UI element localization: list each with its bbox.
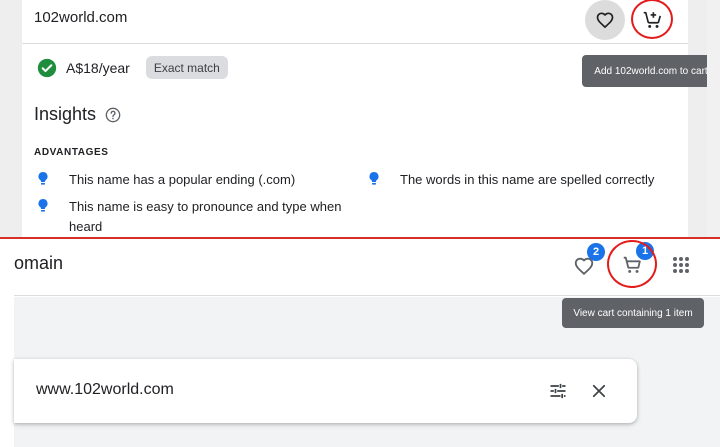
domain-name: 102world.com: [34, 9, 128, 26]
check-circle-icon: [37, 58, 57, 77]
app-title: omain: [14, 253, 64, 273]
annotation-highlight-circle: [631, 0, 673, 39]
help-outline-icon[interactable]: [105, 107, 121, 123]
domain-result-card: 102world.com A$18/year Exact match Insig…: [22, 0, 688, 238]
annotation-highlight-circle: [607, 240, 657, 288]
cart-tooltip: View cart containing 1 item: [562, 298, 704, 328]
domain-search-bar: www.102world.com: [14, 359, 637, 423]
insights-header: Insights: [34, 104, 121, 125]
advantage-item: This name has a popular ending (.com): [37, 170, 357, 190]
favorite-button[interactable]: [585, 0, 625, 40]
advantage-text: The words in this name are spelled corre…: [400, 172, 655, 187]
scrollbar[interactable]: [707, 0, 720, 238]
advantage-text: This name is easy to pronounce and type …: [69, 199, 342, 234]
domain-result-panel: 102world.com A$18/year Exact match Insig…: [0, 0, 720, 238]
left-edge: [0, 239, 14, 447]
favorites-count-badge: 2: [587, 243, 605, 261]
filters-button[interactable]: [546, 379, 570, 403]
add-to-cart-tooltip: Add 102world.com to cart: [582, 55, 720, 87]
price-row: A$18/year Exact match: [37, 56, 228, 79]
exact-match-chip: Exact match: [145, 56, 228, 79]
insights-title: Insights: [34, 104, 97, 124]
app-header-panel: omain 2 1 View cart containing 1 item ww…: [0, 239, 720, 447]
lightbulb-icon: [38, 198, 48, 212]
advantages-heading: ADVANTAGES: [34, 147, 109, 158]
apps-grid-icon: [673, 257, 689, 273]
lightbulb-icon: [38, 171, 48, 185]
close-icon: [592, 384, 606, 398]
top-app-bar: omain 2 1: [14, 239, 720, 296]
lightbulb-icon: [369, 171, 379, 185]
tune-icon: [550, 383, 566, 399]
price-label: A$18/year: [66, 59, 130, 76]
heart-outline-icon: [596, 12, 614, 29]
search-input[interactable]: www.102world.com: [36, 381, 174, 399]
domain-result-row: 102world.com: [22, 0, 688, 44]
apps-button[interactable]: [669, 253, 693, 277]
advantage-item: The words in this name are spelled corre…: [368, 170, 668, 190]
clear-search-button[interactable]: [587, 379, 611, 403]
advantage-item: This name is easy to pronounce and type …: [37, 197, 357, 237]
advantage-text: This name has a popular ending (.com): [69, 172, 296, 187]
